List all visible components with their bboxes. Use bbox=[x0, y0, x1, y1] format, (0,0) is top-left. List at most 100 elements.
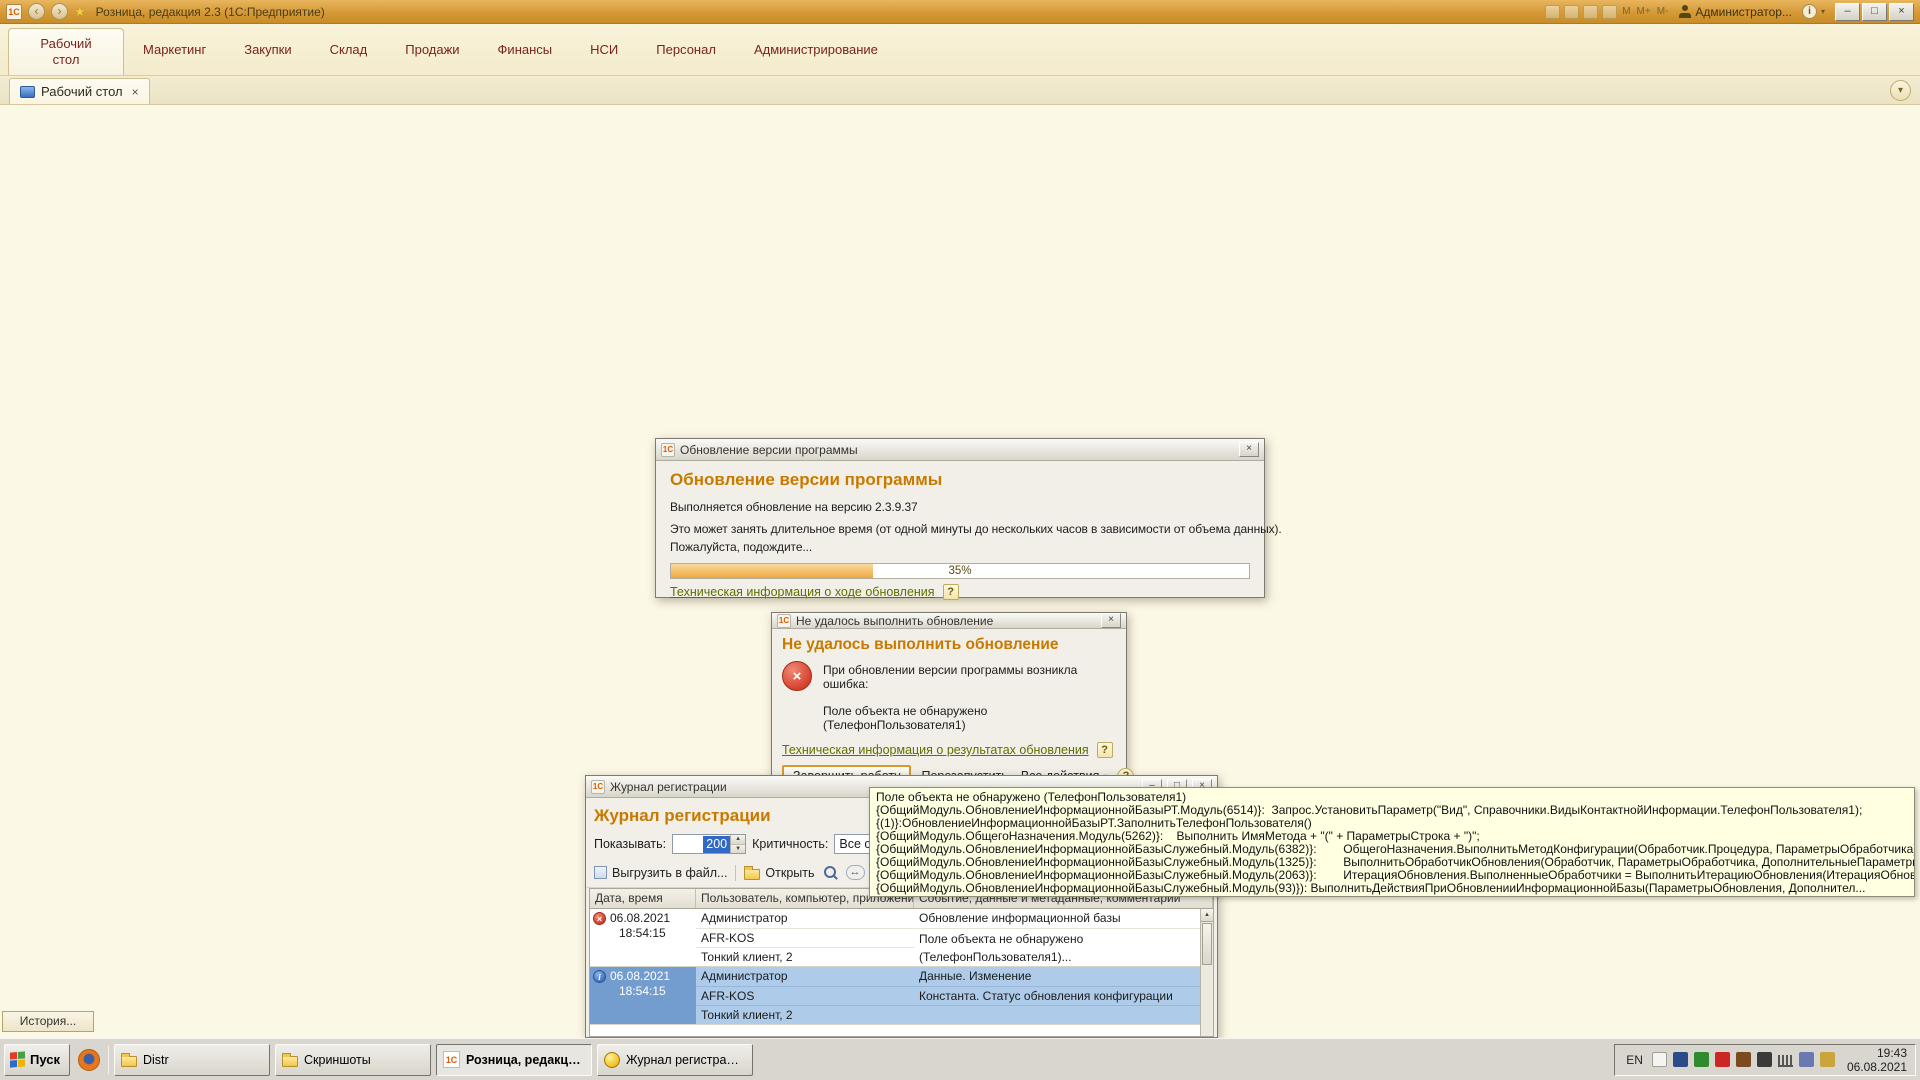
export-to-file-button[interactable]: Выгрузить в файл... bbox=[594, 866, 727, 880]
app-logo-icon: 1С bbox=[6, 4, 22, 20]
please-wait-text: Пожалуйста, подождите... bbox=[670, 540, 1250, 554]
update-failed-dialog: 1С Не удалось выполнить обновление × Не … bbox=[771, 612, 1127, 778]
file-icon[interactable] bbox=[1545, 5, 1560, 19]
open-button[interactable]: Открыть bbox=[744, 866, 814, 880]
show-count-value: 200 bbox=[703, 836, 730, 853]
taskbar-button-screenshots[interactable]: Скриншоты bbox=[275, 1044, 431, 1076]
calculator-icon[interactable] bbox=[1602, 5, 1617, 19]
close-button[interactable]: × bbox=[1889, 3, 1914, 21]
system-tray: EN 19:43 06.08.2021 bbox=[1614, 1044, 1916, 1076]
search-icon[interactable] bbox=[823, 865, 838, 880]
error-row: × При обновлении версии программы возник… bbox=[782, 661, 1116, 732]
tray-icon-4[interactable] bbox=[1715, 1052, 1730, 1067]
firefox-icon bbox=[78, 1049, 100, 1071]
history-button[interactable]: История... bbox=[2, 1011, 94, 1032]
section-tab-finansy[interactable]: Финансы bbox=[479, 42, 572, 57]
find-icon[interactable] bbox=[1564, 5, 1579, 19]
section-tab-marketing[interactable]: Маркетинг bbox=[124, 42, 225, 57]
date-cell: i 06.08.2021 18:54:15 bbox=[590, 967, 696, 1024]
tray-date: 06.08.2021 bbox=[1847, 1060, 1907, 1074]
section-tab-administrirovanie[interactable]: Администрирование bbox=[735, 42, 897, 57]
tray-icon-8[interactable] bbox=[1820, 1052, 1835, 1067]
section-tab-zakupki[interactable]: Закупки bbox=[225, 42, 310, 57]
table-row-selected[interactable]: i 06.08.2021 18:54:15 Администратор AFR-… bbox=[590, 967, 1213, 1025]
tab-close-icon[interactable]: × bbox=[132, 86, 139, 98]
clock[interactable]: 19:43 06.08.2021 bbox=[1841, 1046, 1907, 1074]
back-icon[interactable]: ‹ bbox=[28, 3, 45, 20]
event-log-icon bbox=[604, 1052, 620, 1068]
quick-launch-firefox[interactable] bbox=[75, 1049, 103, 1071]
scroll-up-icon[interactable]: ▲ bbox=[1201, 909, 1213, 922]
scrollbar-thumb[interactable] bbox=[1202, 923, 1212, 965]
update-version-text: Выполняется обновление на версию 2.3.9.3… bbox=[670, 500, 1250, 514]
section-tab-prodazhi[interactable]: Продажи bbox=[386, 42, 478, 57]
main-window-titlebar: 1С ‹ › ★ Розница, редакция 2.3 (1С:Предп… bbox=[0, 0, 1920, 24]
current-user-name: Администратор... bbox=[1695, 5, 1792, 19]
tray-icon-2[interactable] bbox=[1673, 1052, 1688, 1067]
tray-icon-5[interactable] bbox=[1736, 1052, 1751, 1067]
vertical-scrollbar[interactable]: ▲ bbox=[1200, 909, 1213, 1036]
dialog-heading: Обновление версии программы bbox=[670, 470, 1250, 490]
tab-rabochiy-stol[interactable]: Рабочий стол × bbox=[9, 78, 150, 104]
tray-icon-1[interactable] bbox=[1652, 1052, 1667, 1067]
memory-mminus-button[interactable]: M- bbox=[1656, 6, 1670, 17]
dialog-body: Обновление версии программы Выполняется … bbox=[656, 461, 1264, 606]
update-progress-bar: 35% bbox=[670, 563, 1250, 579]
update-progress-dialog: 1С Обновление версии программы × Обновле… bbox=[655, 438, 1265, 598]
chevron-down-icon[interactable]: ▾ bbox=[1821, 7, 1825, 16]
language-indicator[interactable]: EN bbox=[1623, 1053, 1646, 1067]
tray-icon-7[interactable] bbox=[1799, 1052, 1814, 1067]
error-info-link[interactable]: Техническая информация о результатах обн… bbox=[782, 743, 1089, 757]
error-icon: × bbox=[782, 661, 812, 691]
spin-down-icon[interactable]: ▼ bbox=[731, 845, 745, 854]
titlebar-toolbar: M M+ M- Администратор... i ▾ – □ × bbox=[1545, 3, 1914, 21]
onec-icon: 1С bbox=[661, 443, 675, 457]
taskbar: Пуск Distr Скриншоты 1С Розница, редакци… bbox=[0, 1038, 1920, 1080]
forward-icon[interactable]: › bbox=[51, 3, 68, 20]
taskbar-button-roznitsa[interactable]: 1С Розница, редакци... bbox=[436, 1044, 592, 1076]
minimize-button[interactable]: – bbox=[1835, 3, 1860, 21]
help-icon[interactable]: ? bbox=[943, 584, 959, 600]
toolbar-separator bbox=[735, 865, 736, 881]
folder-icon bbox=[282, 1056, 298, 1067]
close-icon[interactable]: × bbox=[1239, 442, 1259, 457]
column-header-date[interactable]: Дата, время bbox=[590, 889, 696, 908]
section-tab-personal[interactable]: Персонал bbox=[637, 42, 735, 57]
update-info-link[interactable]: Техническая информация о ходе обновления bbox=[670, 585, 935, 599]
tray-icon-3[interactable] bbox=[1694, 1052, 1709, 1067]
onec-icon: 1С bbox=[777, 614, 791, 628]
page-title: Журнал регистрации bbox=[594, 806, 771, 826]
dialog-titlebar: 1С Обновление версии программы × bbox=[656, 439, 1264, 461]
calendar-icon[interactable] bbox=[1583, 5, 1598, 19]
link-row: Техническая информация о ходе обновления… bbox=[670, 584, 1250, 600]
section-tab-nsi[interactable]: НСИ bbox=[571, 42, 637, 57]
about-icon[interactable]: i bbox=[1802, 4, 1817, 19]
help-icon[interactable]: ? bbox=[1097, 742, 1113, 758]
user-icon bbox=[1679, 5, 1691, 18]
favorites-icon[interactable]: ★ bbox=[74, 3, 86, 20]
spin-up-icon[interactable]: ▲ bbox=[731, 835, 745, 845]
window-list-button[interactable]: ▾ bbox=[1890, 80, 1911, 101]
start-button[interactable]: Пуск bbox=[4, 1044, 70, 1076]
section-tab-sklad[interactable]: Склад bbox=[311, 42, 387, 57]
memory-mplus-button[interactable]: M+ bbox=[1636, 6, 1652, 17]
network-signal-icon[interactable] bbox=[1778, 1055, 1793, 1067]
desktop-icon bbox=[20, 86, 35, 98]
error-intro-text: При обновлении версии программы возникла… bbox=[823, 663, 1116, 691]
current-user-menu[interactable]: Администратор... bbox=[1679, 5, 1792, 19]
taskbar-button-distr[interactable]: Distr bbox=[114, 1044, 270, 1076]
memory-m-button[interactable]: M bbox=[1621, 6, 1631, 17]
dialog-heading: Не удалось выполнить обновление bbox=[782, 636, 1116, 654]
maximize-button[interactable]: □ bbox=[1862, 3, 1887, 21]
show-count-input[interactable]: 200 ▲ ▼ bbox=[672, 834, 746, 854]
dialog-title: Обновление версии программы bbox=[680, 443, 1234, 457]
volume-icon[interactable] bbox=[1757, 1052, 1772, 1067]
event-cell: Обновление информационной базы Поле объе… bbox=[914, 909, 1213, 966]
error-stack-tooltip: Поле объекта не обнаружено (ТелефонПольз… bbox=[869, 787, 1915, 897]
taskbar-button-event-log[interactable]: Журнал регистраци... bbox=[597, 1044, 753, 1076]
section-panel: Рабочий стол Маркетинг Закупки Склад Про… bbox=[0, 24, 1920, 76]
user-cell: Администратор AFR-KOS Тонкий клиент, 2 bbox=[696, 909, 914, 966]
close-icon[interactable]: × bbox=[1101, 613, 1121, 628]
section-tab-rabochiy-stol[interactable]: Рабочий стол bbox=[8, 28, 124, 75]
table-row[interactable]: × 06.08.2021 18:54:15 Администратор AFR-… bbox=[590, 909, 1213, 967]
